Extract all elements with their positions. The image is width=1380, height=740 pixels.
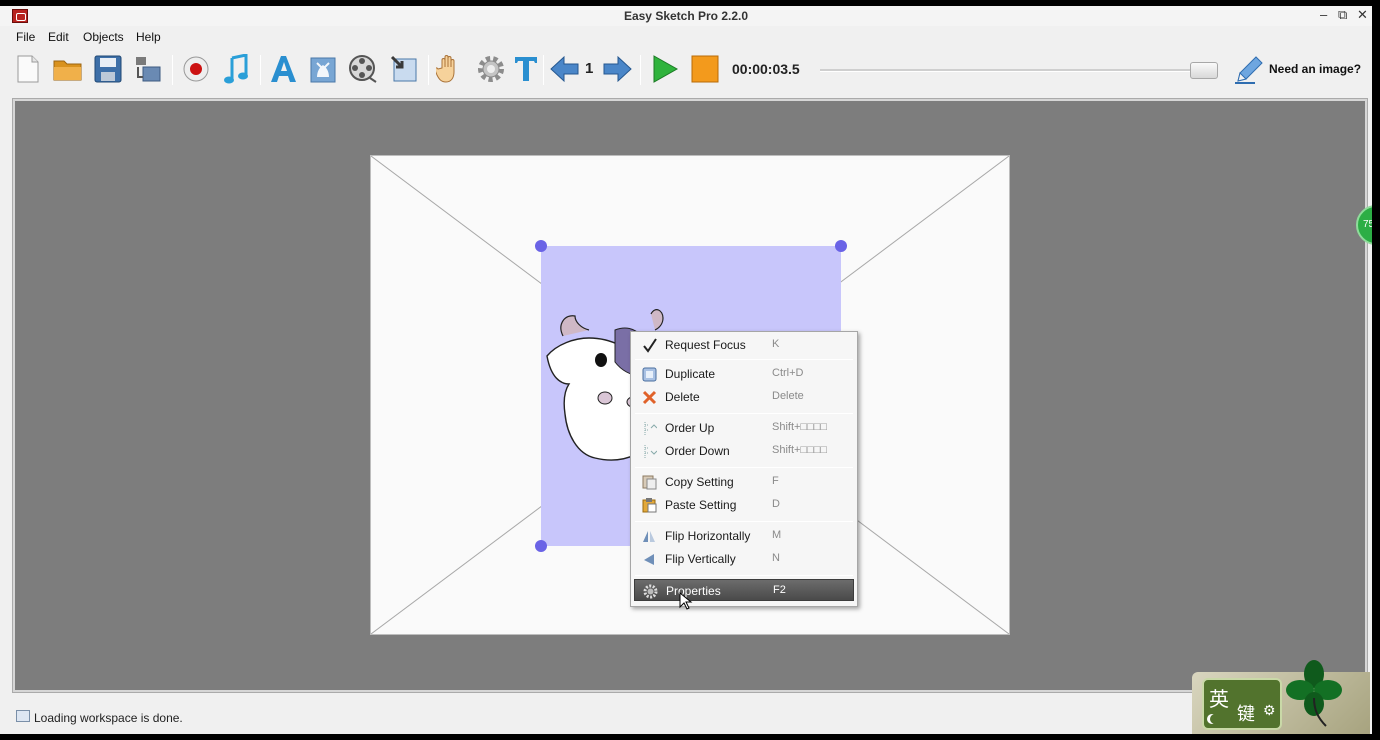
menu-edit[interactable]: Edit [48, 30, 69, 44]
menu-item-properties[interactable]: Properties F2 [634, 579, 854, 601]
ime-toolbar[interactable]: 英 键 ⚙ [1202, 678, 1282, 730]
export-icon[interactable] [133, 53, 163, 85]
side-badge[interactable]: 75 [1356, 205, 1372, 245]
record-icon[interactable] [181, 53, 211, 85]
menu-item-flip-horizontally[interactable]: Flip Horizontally M [634, 525, 854, 547]
resize-handle-top-left[interactable] [535, 240, 547, 252]
open-folder-icon[interactable] [53, 53, 83, 85]
resize-handle-top-right[interactable] [835, 240, 847, 252]
status-text: Loading workspace is done. [34, 711, 183, 725]
delete-x-icon [642, 390, 657, 405]
text-A-icon[interactable] [268, 53, 298, 85]
timeline-slider[interactable] [820, 69, 1216, 72]
flip-vertical-icon [644, 554, 654, 565]
title-bar: Easy Sketch Pro 2.2.0 – ⧉ ✕ [0, 6, 1372, 26]
menu-item-delete[interactable]: Delete Delete [634, 386, 854, 408]
minimize-button[interactable]: – [1320, 7, 1327, 22]
ime-widget[interactable]: 英 键 ⚙ [1192, 660, 1370, 734]
menu-item-copy-setting[interactable]: Copy Setting F [634, 471, 854, 493]
pencil-image-icon[interactable] [1234, 53, 1264, 85]
app-window: Easy Sketch Pro 2.2.0 – ⧉ ✕ File Edit Ob… [0, 6, 1372, 734]
hand-icon[interactable] [435, 53, 465, 85]
menu-item-order-up[interactable]: Order Up Shift+□□□□ [634, 417, 854, 439]
menu-bar: File Edit Objects Help [0, 27, 1372, 47]
save-icon[interactable] [93, 53, 123, 85]
import-icon[interactable] [389, 53, 419, 85]
close-button[interactable]: ✕ [1357, 7, 1368, 23]
ime-language-char[interactable]: 英 [1209, 683, 1229, 712]
ime-settings-icon[interactable]: ⚙ [1263, 702, 1276, 719]
status-icon [16, 710, 30, 722]
status-bar: Loading workspace is done. [0, 702, 1372, 734]
mouse-cursor-icon [679, 592, 693, 610]
new-file-icon[interactable] [13, 53, 43, 85]
check-icon [643, 338, 657, 353]
menu-item-duplicate[interactable]: Duplicate Ctrl+D [634, 363, 854, 385]
settings-gear-icon[interactable] [476, 53, 506, 85]
duplicate-icon [642, 367, 657, 382]
play-icon[interactable] [650, 53, 680, 85]
order-up-icon [644, 422, 657, 435]
menu-objects[interactable]: Objects [83, 30, 124, 44]
need-image-link[interactable]: Need an image? [1269, 62, 1361, 76]
music-note-icon[interactable] [221, 53, 251, 85]
next-arrow-icon[interactable] [602, 53, 632, 85]
menu-item-flip-vertically[interactable]: Flip Vertically N [634, 548, 854, 570]
flip-horizontal-icon [643, 531, 655, 542]
timeline-slider-thumb[interactable] [1190, 62, 1218, 79]
ime-moon-icon [1210, 714, 1220, 724]
clover-icon [1286, 660, 1342, 727]
menu-item-order-down[interactable]: Order Down Shift+□□□□ [634, 440, 854, 462]
previous-arrow-icon[interactable] [550, 53, 580, 85]
menu-item-paste-setting[interactable]: Paste Setting D [634, 494, 854, 516]
paste-setting-icon [642, 498, 657, 513]
order-down-icon [644, 445, 657, 458]
page-number: 1 [585, 60, 594, 77]
restore-button[interactable]: ⧉ [1338, 7, 1347, 23]
stop-icon[interactable] [690, 53, 720, 85]
text-T-icon[interactable] [511, 53, 541, 85]
copy-setting-icon [642, 475, 657, 490]
ime-keyboard-char[interactable]: 键 [1237, 700, 1255, 726]
window-title: Easy Sketch Pro 2.2.0 [623, 9, 749, 23]
properties-gear-icon [643, 584, 658, 599]
menu-item-request-focus[interactable]: Request Focus K [634, 334, 854, 356]
image-icon[interactable] [308, 53, 338, 85]
menu-file[interactable]: File [16, 30, 35, 44]
video-reel-icon[interactable] [348, 53, 378, 85]
time-display: 00:00:03.5 [732, 61, 800, 77]
resize-handle-bottom-left[interactable] [535, 540, 547, 552]
context-menu: Request Focus K Duplicate Ctrl+D Delete … [630, 331, 858, 610]
toolbar: 1 00:00:03.5 Need an image? [0, 49, 1372, 91]
menu-help[interactable]: Help [136, 30, 161, 44]
